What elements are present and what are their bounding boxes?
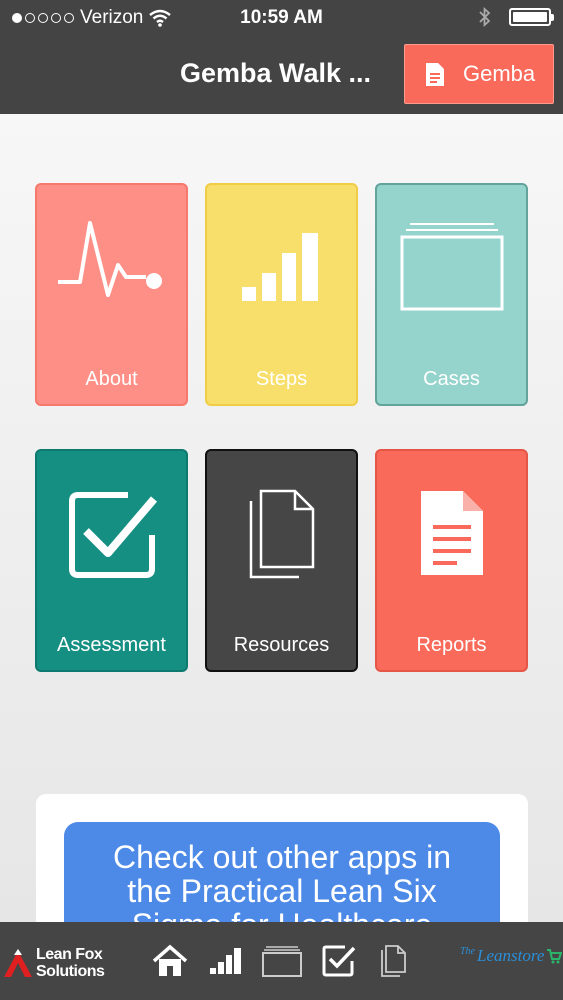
document-icon bbox=[420, 491, 483, 575]
tab-home[interactable] bbox=[148, 922, 192, 1000]
brand-left-line-1: Lean Fox bbox=[36, 946, 103, 963]
brand-left-line-2: Solutions bbox=[36, 963, 105, 980]
gemba-button[interactable]: Gemba bbox=[404, 44, 554, 104]
tab-resources[interactable] bbox=[376, 922, 412, 1000]
copy-documents-icon bbox=[381, 945, 406, 977]
tile-reports[interactable]: Reports bbox=[375, 449, 528, 672]
tile-assessment[interactable]: Assessment bbox=[35, 449, 188, 672]
tab-cases[interactable] bbox=[260, 922, 304, 1000]
status-right bbox=[479, 7, 554, 27]
tile-about-label: About bbox=[85, 368, 138, 390]
lean-fox-logo[interactable]: Lean Fox Solutions bbox=[2, 946, 105, 980]
status-bar: Verizon 10:59 AM bbox=[0, 0, 563, 36]
home-icon bbox=[152, 944, 188, 976]
tile-resources[interactable]: Resources bbox=[205, 449, 358, 672]
folder-icon bbox=[262, 946, 302, 977]
promo-line-2: the Practical Lean Six bbox=[127, 873, 437, 909]
brand-right-small: The bbox=[460, 946, 475, 957]
bluetooth-icon bbox=[479, 7, 491, 27]
tab-steps[interactable] bbox=[206, 922, 246, 1000]
document-icon bbox=[426, 62, 444, 86]
brand-right-label: Leanstore bbox=[477, 946, 545, 965]
checkbox-icon bbox=[68, 492, 157, 578]
leanstore-logo[interactable]: The Leanstore bbox=[460, 946, 563, 966]
tile-cases[interactable]: Cases bbox=[375, 183, 528, 406]
tab-bar: Lean Fox Solutions The Leanstore bbox=[0, 922, 563, 1000]
tile-cases-label: Cases bbox=[423, 368, 480, 390]
fox-logo-icon bbox=[4, 949, 32, 977]
tile-about[interactable]: About bbox=[35, 183, 188, 406]
signal-bars-icon bbox=[241, 233, 318, 301]
main-content: About Steps Cases Assessment Resources R… bbox=[0, 114, 563, 982]
gemba-button-label: Gemba bbox=[463, 61, 536, 86]
tile-reports-label: Reports bbox=[416, 634, 487, 656]
battery-icon bbox=[509, 8, 554, 26]
promo-line-1: Check out other apps in bbox=[113, 839, 451, 875]
checkbox-icon bbox=[322, 945, 356, 977]
page-title: Gemba Walk ... bbox=[180, 58, 372, 88]
tile-steps[interactable]: Steps bbox=[205, 183, 358, 406]
tile-resources-label: Resources bbox=[233, 634, 330, 656]
tile-assessment-label: Assessment bbox=[57, 634, 166, 656]
navigation-bar: Gemba Walk ... Gemba bbox=[0, 36, 563, 114]
cart-icon bbox=[547, 949, 563, 964]
tab-assessment[interactable] bbox=[318, 922, 360, 1000]
signal-bars-icon bbox=[210, 948, 241, 974]
copy-documents-icon bbox=[249, 489, 314, 579]
folder-stack-icon bbox=[400, 223, 503, 311]
pulse-icon bbox=[57, 221, 162, 297]
tile-steps-label: Steps bbox=[255, 368, 308, 390]
